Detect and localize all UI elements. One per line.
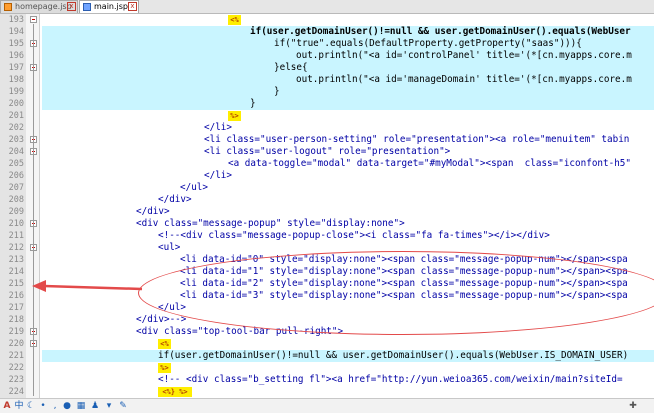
system-taskbar: A 中 ☾ • , ● ▦ ♟ ▾ ✎ ✚ — [0, 398, 654, 413]
person-icon[interactable]: ♟ — [90, 401, 100, 411]
annotation-arrow — [32, 280, 143, 292]
shirt-icon[interactable]: ▾ — [104, 401, 114, 411]
moon-icon[interactable]: ☾ — [26, 401, 36, 411]
wrench-icon[interactable]: ✎ — [118, 401, 128, 411]
comma-icon[interactable]: , — [50, 401, 60, 411]
mic-icon[interactable]: ● — [62, 401, 72, 411]
app-icon[interactable]: A — [2, 401, 12, 411]
scroll-icon[interactable]: ✚ — [628, 401, 638, 411]
punctuation-icon[interactable]: • — [38, 401, 48, 411]
keyboard-icon[interactable]: ▦ — [76, 401, 86, 411]
ime-zh-icon[interactable]: 中 — [14, 401, 24, 411]
